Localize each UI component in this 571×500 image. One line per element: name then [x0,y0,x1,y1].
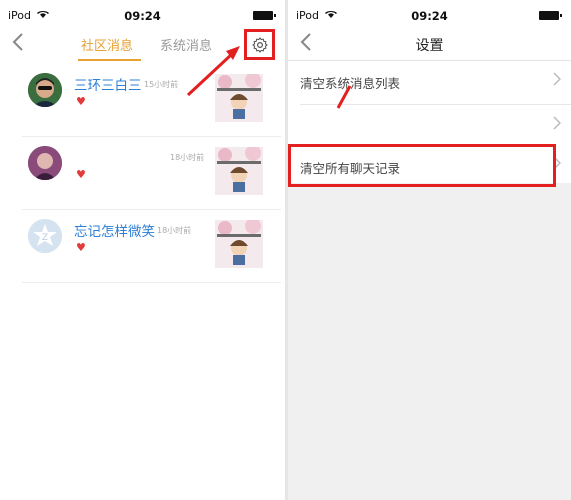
heart-icon: ♥ [76,168,86,181]
message-time: 18小时前 [157,226,192,235]
clear-chat-highlight-box [288,144,556,187]
annotation-arrow [336,85,352,109]
list-item[interactable]: Z 忘记怎样微笑 18小时前 ♥ [22,211,263,282]
settings-screen: iPod 09:24 设置 清空系统消息列表 清空所有聊天记录 [288,0,571,500]
annotation-arrow [186,46,240,97]
user-name[interactable]: 忘记怎样微笑 [74,220,155,240]
divider [22,209,281,210]
heart-icon: ♥ [76,241,86,254]
avatar [28,146,62,180]
post-thumbnail[interactable] [215,220,263,268]
avatar: Z [28,219,62,253]
divider [22,136,281,137]
post-thumbnail[interactable] [215,147,263,195]
svg-text:Z: Z [42,233,48,243]
divider [22,282,281,283]
community-messages-screen: iPod 09:24 社区消息 系统消息 三环三白三 15小时前 ♥ 18小时前… [0,0,285,500]
message-time: 18小时前 [170,153,205,162]
list-item[interactable]: 18小时前 ♥ [22,138,263,209]
